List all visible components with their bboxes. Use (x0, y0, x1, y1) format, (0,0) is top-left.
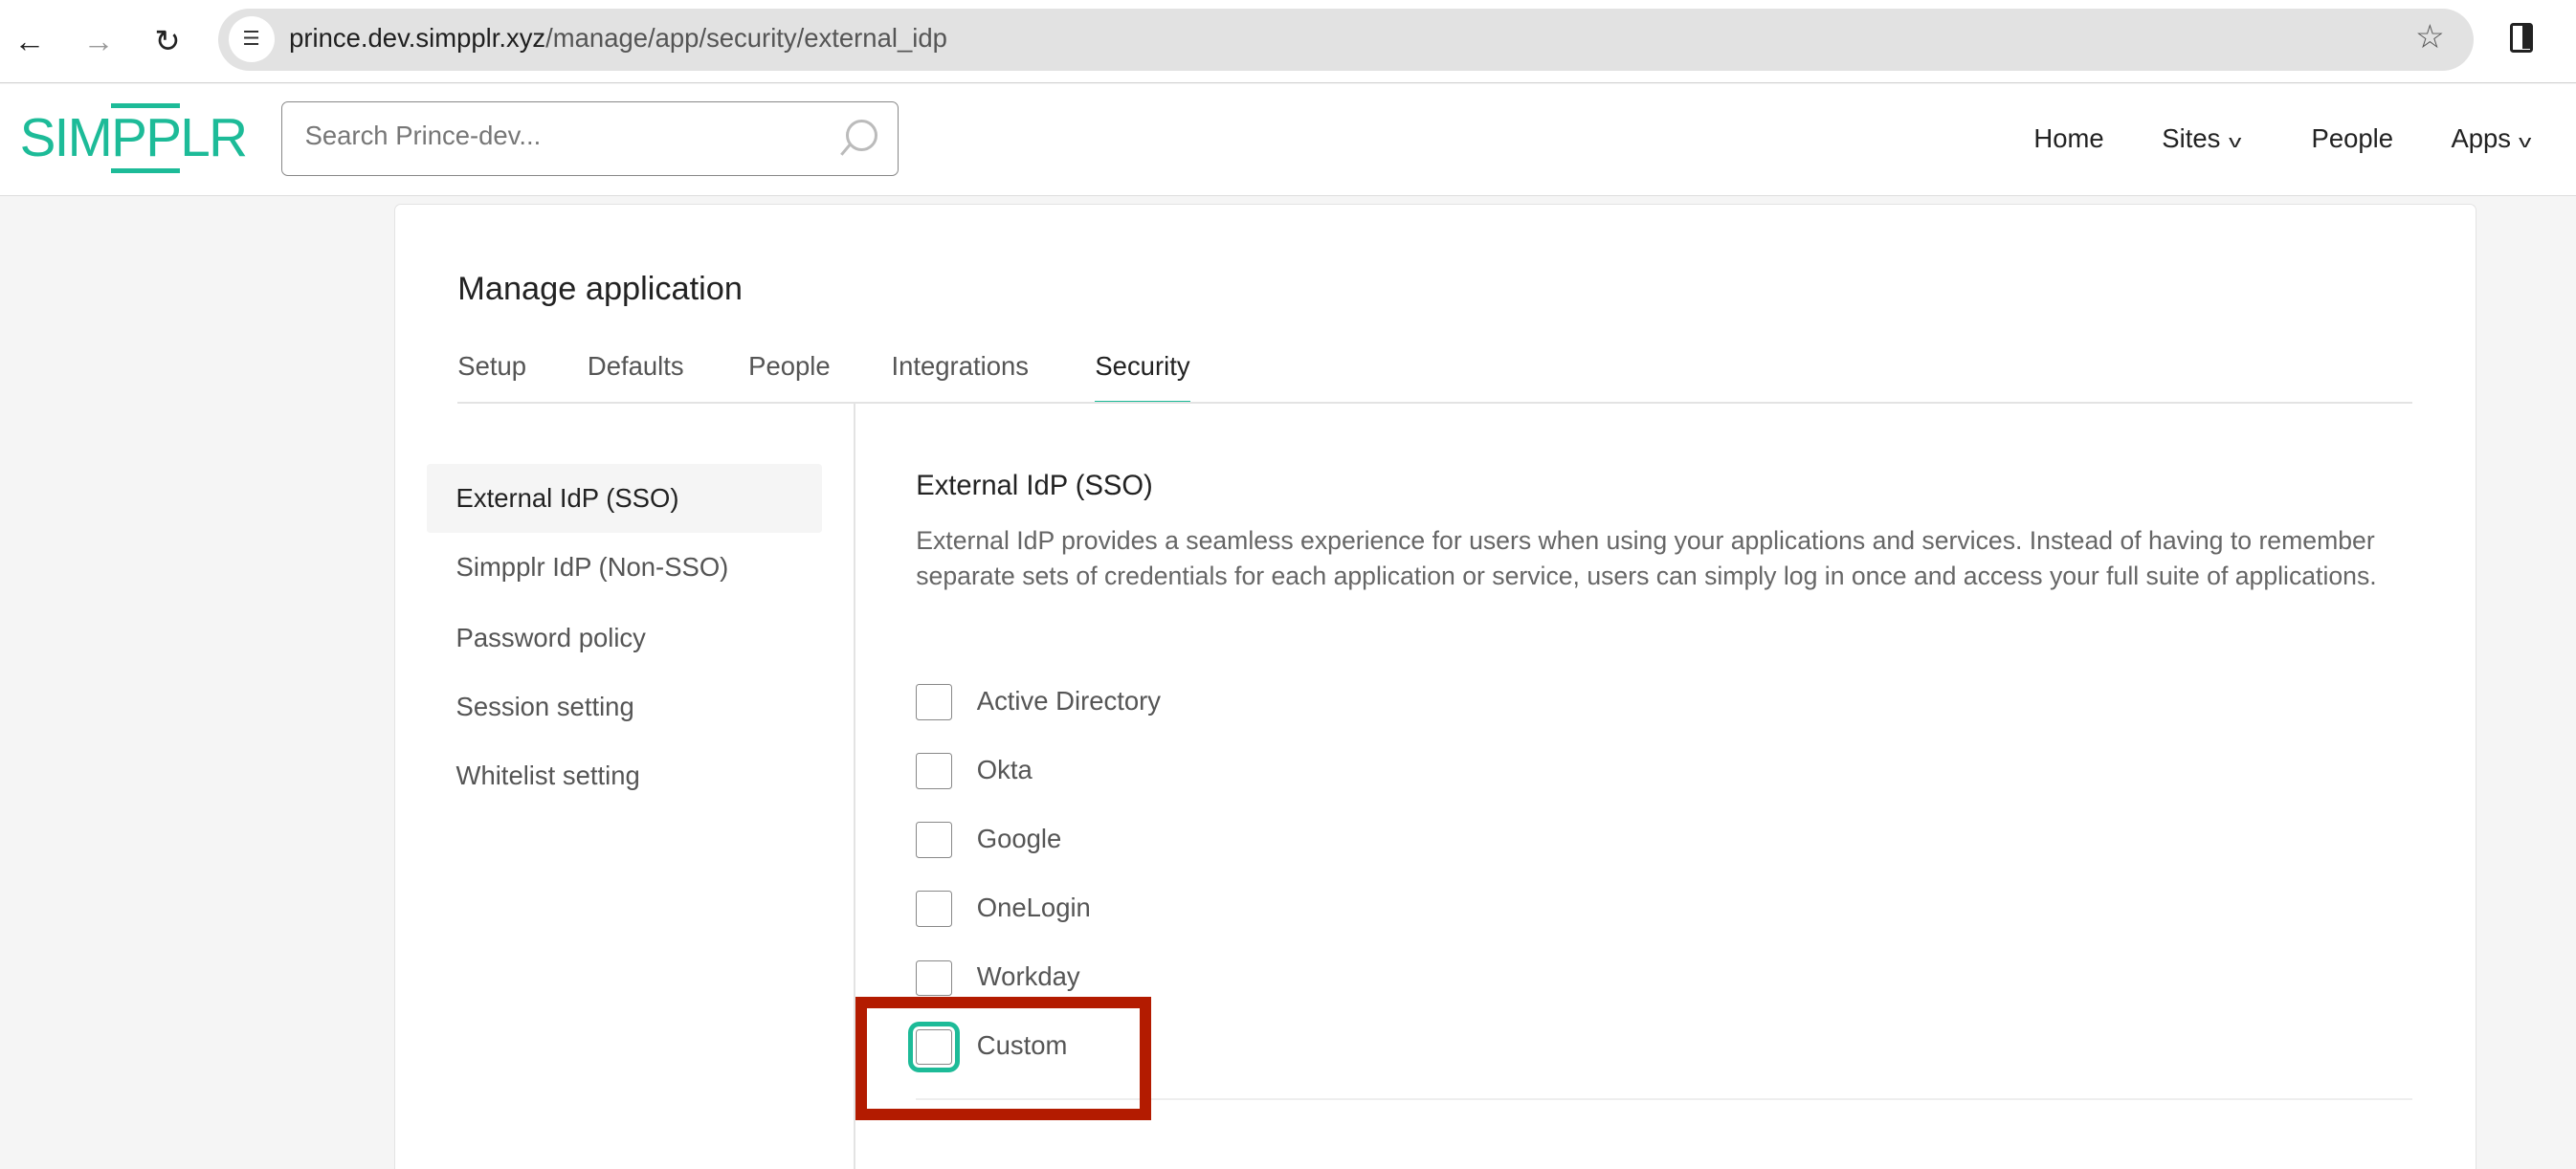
forward-arrow-icon[interactable]: → (78, 20, 121, 63)
star-icon[interactable]: ☆ (2415, 18, 2445, 56)
reload-icon[interactable]: ↻ (146, 20, 189, 63)
app-header: SIMPPLR Home Sitesv People Appsv (0, 83, 2576, 197)
tab-setup[interactable]: Setup (457, 351, 526, 402)
nav-label: Home (2033, 122, 2104, 153)
checkbox[interactable] (916, 891, 953, 928)
nav-sites[interactable]: Sites v (2162, 122, 2241, 154)
chevron-down-icon: v (2519, 131, 2532, 152)
checkbox-label[interactable]: Workday (977, 961, 1080, 992)
back-arrow-icon[interactable]: ← (9, 20, 52, 63)
chevron-down-icon: v (2228, 131, 2241, 152)
page: ← → ↻ ☰ prince.dev.simpplr.xyz/manage/ap… (0, 0, 2576, 1169)
section-title: External IdP (SSO) (916, 470, 1153, 501)
highlight-annotation-box (855, 997, 1152, 1120)
nav-label: People (2311, 122, 2394, 153)
sidebar-item-password-policy[interactable]: Password policy (427, 604, 823, 673)
checkbox[interactable] (916, 959, 953, 997)
checkbox-label[interactable]: Okta (977, 755, 1033, 785)
browser-toolbar: ← → ↻ ☰ prince.dev.simpplr.xyz/manage/ap… (0, 0, 2576, 83)
tab-security[interactable]: Security (1095, 351, 1190, 405)
checkbox-label[interactable]: Google (977, 824, 1062, 854)
tab-integrations[interactable]: Integrations (892, 351, 1029, 402)
site-info-icon[interactable]: ☰ (228, 16, 275, 63)
section-description: External IdP provides a seamless experie… (916, 525, 2377, 590)
url-path: /manage/app/security/external_idp (545, 23, 947, 54)
search-input[interactable] (301, 119, 834, 153)
checkbox-label[interactable]: Active Directory (977, 686, 1161, 717)
manage-application-card: Manage application Setup Defaults People… (394, 203, 2476, 1169)
sidebar-item-simpplr-idp[interactable]: Simpplr IdP (Non-SSO) (427, 533, 823, 602)
logo-text: SIM (19, 107, 113, 168)
search-box (280, 101, 899, 176)
sidebar-item-external-idp[interactable]: External IdP (SSO) (426, 464, 823, 534)
sidebar-item-whitelist-setting[interactable]: Whitelist setting (427, 741, 823, 810)
checkbox[interactable] (916, 822, 953, 859)
page-title: Manage application (457, 270, 743, 307)
nav-people[interactable]: People (2312, 123, 2393, 154)
logo-text: LR (180, 107, 248, 168)
url-host: prince.dev.simpplr.xyz (289, 23, 546, 54)
checkbox[interactable] (916, 753, 953, 790)
side-panel-icon[interactable] (2510, 23, 2534, 53)
nav-label: Sites (2162, 122, 2221, 153)
url-text[interactable]: prince.dev.simpplr.xyz/manage/app/securi… (289, 23, 947, 54)
tabs-divider (457, 401, 2413, 404)
sidebar-item-session-setting[interactable]: Session setting (427, 673, 823, 741)
checkbox-label[interactable]: OneLogin (977, 893, 1091, 923)
checkbox[interactable] (916, 684, 953, 720)
simpplr-logo[interactable]: SIMPPLR (19, 102, 248, 173)
nav-apps[interactable]: Apps v (2451, 122, 2532, 154)
nav-home[interactable]: Home (2033, 123, 2103, 154)
logo-text: PP (111, 102, 182, 173)
tab-defaults[interactable]: Defaults (588, 351, 684, 402)
tab-people[interactable]: People (748, 351, 830, 402)
search-icon[interactable] (846, 119, 878, 152)
nav-label: Apps (2451, 122, 2512, 153)
address-bar[interactable]: ☰ prince.dev.simpplr.xyz/manage/app/secu… (218, 8, 2475, 71)
